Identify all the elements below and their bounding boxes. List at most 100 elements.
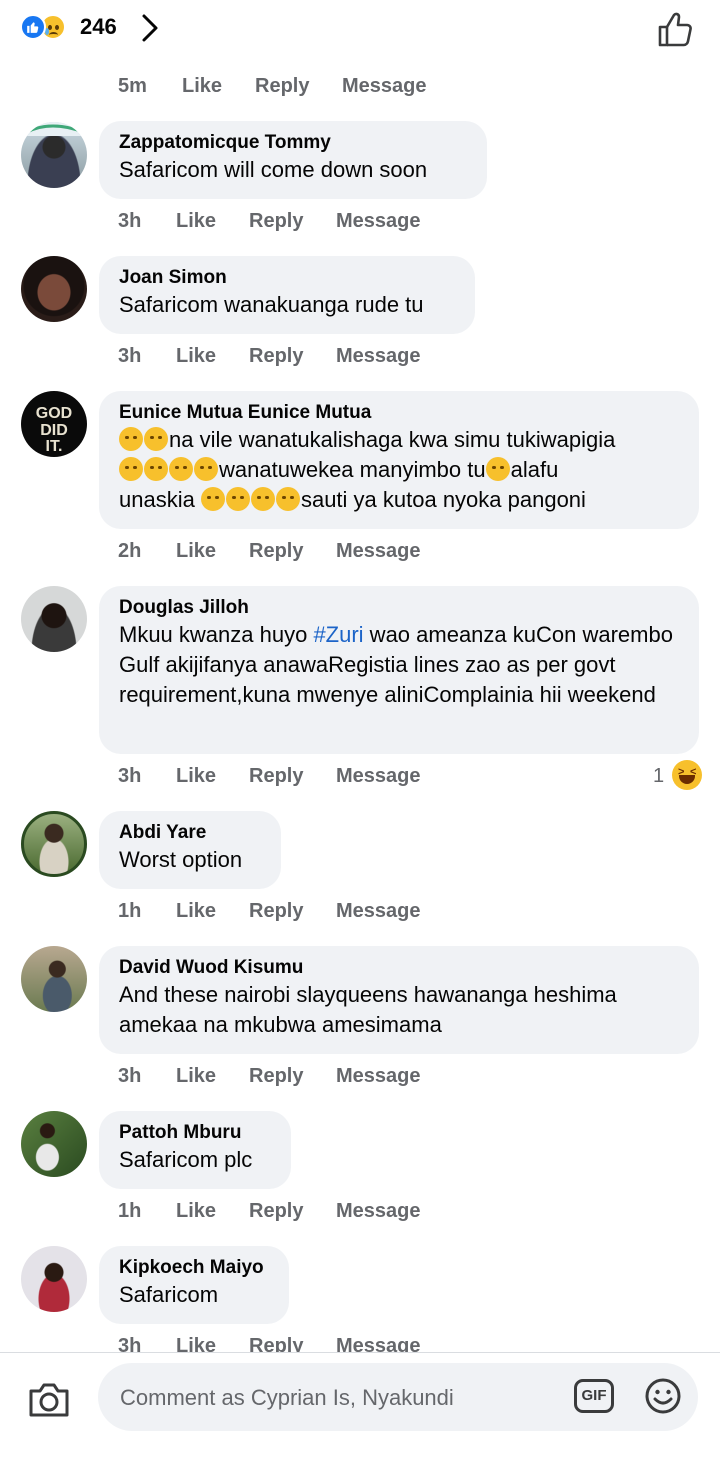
message-button[interactable]: Message: [336, 345, 421, 368]
comment-actions: 3h Like Reply Message: [0, 765, 720, 795]
like-button[interactable]: Like: [176, 210, 216, 233]
reply-button[interactable]: Reply: [249, 900, 303, 923]
avatar[interactable]: [21, 1246, 87, 1312]
avatar[interactable]: [21, 586, 87, 652]
sad-emoji-icon: [119, 457, 143, 481]
comment-bubble[interactable]: Pattoh Mburu Safaricom plc: [99, 1111, 291, 1189]
reply-button[interactable]: Reply: [249, 765, 303, 788]
comment-text: na vile wanatukalishaga kwa simu tukiwap…: [119, 427, 616, 512]
svg-text:DID: DID: [40, 422, 68, 439]
gif-button[interactable]: GIF: [574, 1379, 614, 1413]
message-button[interactable]: Message: [336, 210, 421, 233]
comment-time: 2h: [118, 540, 142, 562]
comment-bubble[interactable]: Zappatomicque Tommy Safaricom will come …: [99, 121, 487, 199]
comment-actions: 5m Like Reply Message: [0, 75, 720, 105]
comment-bubble[interactable]: David Wuod Kisumu And these nairobi slay…: [99, 946, 699, 1054]
like-button[interactable]: Like: [176, 900, 216, 923]
comment-time: 3h: [118, 1065, 142, 1087]
smirk-emoji-icon: [275, 487, 300, 511]
comment-author[interactable]: Abdi Yare: [119, 821, 261, 845]
chevron-right-icon[interactable]: [138, 12, 162, 44]
comment-bubble[interactable]: Douglas Jilloh Mkuu kwanza huyo #Zuri wa…: [99, 586, 699, 754]
comment-time: 1h: [118, 900, 142, 922]
reaction-count[interactable]: 246: [80, 14, 117, 40]
like-button[interactable]: Like: [176, 765, 216, 788]
comment-bubble[interactable]: Eunice Mutua Eunice Mutua na vile wanatu…: [99, 391, 699, 529]
comment-actions: 1h Like Reply Message: [0, 1200, 720, 1230]
avatar[interactable]: [21, 1111, 87, 1177]
message-button[interactable]: Message: [336, 900, 421, 923]
sad-emoji-icon: [485, 457, 510, 481]
avatar[interactable]: GOD DID IT.: [21, 391, 87, 457]
hashtag-link[interactable]: #Zuri: [313, 622, 363, 647]
sad-emoji-icon: [194, 457, 218, 481]
comment-reaction-count[interactable]: 1: [653, 765, 664, 788]
emoji-icon[interactable]: [644, 1377, 682, 1415]
comment-bubble[interactable]: Kipkoech Maiyo Safaricom: [99, 1246, 289, 1324]
like-button[interactable]: Like: [176, 1200, 216, 1223]
like-button[interactable]: Like: [176, 1065, 216, 1088]
comment-time: 1h: [118, 1200, 142, 1222]
reply-button[interactable]: Reply: [249, 345, 303, 368]
comment-text: Mkuu kwanza huyo #Zuri wao ameanza kuCon…: [119, 622, 673, 707]
message-button[interactable]: Message: [336, 765, 421, 788]
comment-actions: 2h Like Reply Message: [0, 540, 720, 570]
message-button[interactable]: Message: [336, 540, 421, 563]
avatar[interactable]: [21, 946, 87, 1012]
svg-text:GOD: GOD: [36, 405, 72, 422]
comment-author[interactable]: Kipkoech Maiyo: [119, 1256, 269, 1280]
comment-time: 5m: [118, 75, 147, 97]
comment-composer: GIF: [0, 1352, 720, 1461]
reply-button[interactable]: Reply: [249, 540, 303, 563]
smirk-emoji-icon: [225, 487, 250, 511]
message-button[interactable]: Message: [336, 1200, 421, 1223]
camera-icon[interactable]: [27, 1379, 71, 1419]
comment-author[interactable]: David Wuod Kisumu: [119, 956, 679, 980]
sad-emoji-icon: [169, 457, 193, 481]
message-button[interactable]: Message: [336, 1065, 421, 1088]
comment-author[interactable]: Joan Simon: [119, 266, 455, 290]
comment-author[interactable]: Zappatomicque Tommy: [119, 131, 467, 155]
comment-bubble[interactable]: Abdi Yare Worst option: [99, 811, 281, 889]
like-button[interactable]: Like: [182, 75, 222, 98]
comment-text: Safaricom wanakuanga rude tu: [119, 292, 424, 317]
avatar[interactable]: [21, 256, 87, 322]
reply-button[interactable]: Reply: [249, 1065, 303, 1088]
laugh-icon[interactable]: > <: [672, 760, 702, 790]
eye-roll-emoji-icon: [119, 427, 143, 451]
thumbs-up-outline-icon[interactable]: [655, 10, 695, 50]
reply-button[interactable]: Reply: [249, 210, 303, 233]
comment-actions: 3h Like Reply Message: [0, 345, 720, 375]
svg-text:IT.: IT.: [46, 438, 63, 455]
comment-input-container[interactable]: GIF: [98, 1363, 698, 1433]
avatar[interactable]: [21, 811, 87, 877]
comment-input[interactable]: [118, 1363, 562, 1433]
comment-actions: 1h Like Reply Message: [0, 900, 720, 930]
like-button[interactable]: Like: [176, 540, 216, 563]
comment-text: Safaricom: [119, 1282, 219, 1307]
comment-author[interactable]: Eunice Mutua Eunice Mutua: [119, 401, 679, 425]
relieved-emoji-icon: [144, 427, 168, 451]
comment-text: Safaricom plc: [119, 1147, 253, 1172]
reaction-icons: [20, 14, 74, 42]
reply-button[interactable]: Reply: [255, 75, 309, 98]
avatar[interactable]: [21, 122, 87, 188]
comment-author[interactable]: Douglas Jilloh: [119, 596, 679, 620]
comment-actions: 3h Like Reply Message: [0, 210, 720, 240]
comment-time: 3h: [118, 210, 142, 232]
comment-time: 3h: [118, 345, 142, 367]
reactions-header[interactable]: 246: [0, 0, 720, 58]
comment-author[interactable]: Pattoh Mburu: [119, 1121, 271, 1145]
like-button[interactable]: Like: [176, 345, 216, 368]
comment-text: Worst option: [119, 847, 243, 872]
comment-text: Safaricom will come down soon: [119, 157, 428, 182]
comment-bubble[interactable]: Joan Simon Safaricom wanakuanga rude tu: [99, 256, 475, 334]
comment-text: And these nairobi slayqueens hawananga h…: [119, 982, 617, 1037]
message-button[interactable]: Message: [342, 75, 427, 98]
sad-emoji-icon: [144, 457, 168, 481]
smirk-emoji-icon: [200, 487, 225, 511]
comment-time: 3h: [118, 765, 142, 787]
smirk-emoji-icon: [250, 487, 275, 511]
like-reaction-icon: [20, 14, 46, 40]
reply-button[interactable]: Reply: [249, 1200, 303, 1223]
